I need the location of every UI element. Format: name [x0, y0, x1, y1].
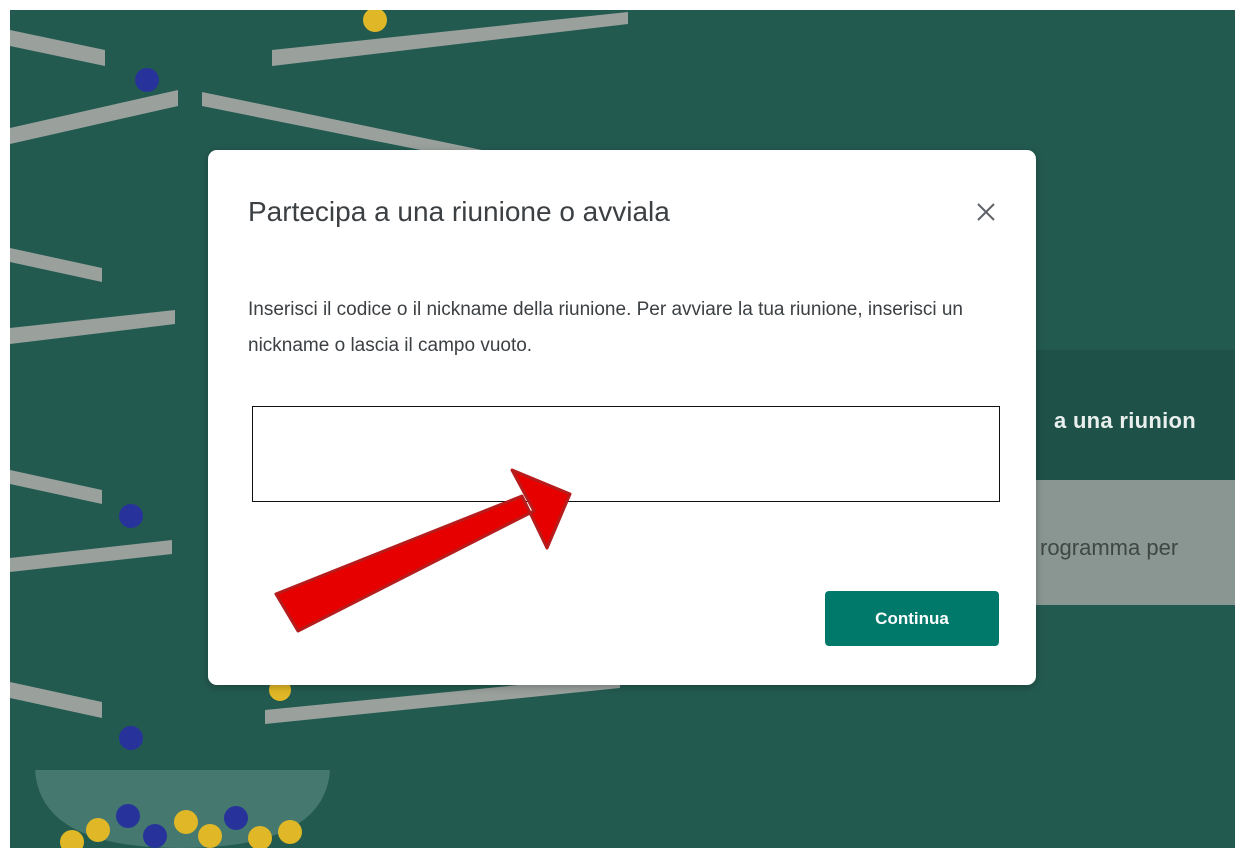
join-meeting-dialog: Partecipa a una riunione o avviala Inser… [208, 150, 1036, 685]
ramp [10, 682, 102, 718]
meeting-code-input[interactable] [252, 406, 1000, 502]
marble [116, 804, 140, 828]
marble [60, 830, 84, 848]
ramp [272, 12, 628, 66]
download-program-label-partial: rogramma per [1040, 535, 1179, 560]
marble [174, 810, 198, 834]
marble [119, 726, 143, 750]
ramp [10, 310, 175, 344]
ramp [10, 30, 105, 66]
marble [135, 68, 159, 92]
marble [198, 824, 222, 848]
ramp [10, 540, 172, 572]
marble [119, 504, 143, 528]
marble [363, 10, 387, 32]
background-panel: a una riunion rogramma per [1030, 350, 1235, 605]
close-icon [977, 203, 995, 221]
marble [143, 824, 167, 848]
continue-button[interactable]: Continua [825, 591, 999, 646]
marble [86, 818, 110, 842]
ramp [10, 248, 102, 282]
ramp [10, 470, 102, 504]
close-button[interactable] [971, 197, 1001, 227]
join-meeting-label-partial: a una riunion [1054, 408, 1197, 433]
dialog-description: Inserisci il codice o il nickname della … [248, 299, 963, 356]
marble [224, 806, 248, 830]
ramp [10, 90, 178, 144]
marble [278, 820, 302, 844]
join-meeting-button-background: a una riunion [1030, 350, 1235, 480]
dialog-title: Partecipa a una riunione o avviala [248, 196, 670, 227]
